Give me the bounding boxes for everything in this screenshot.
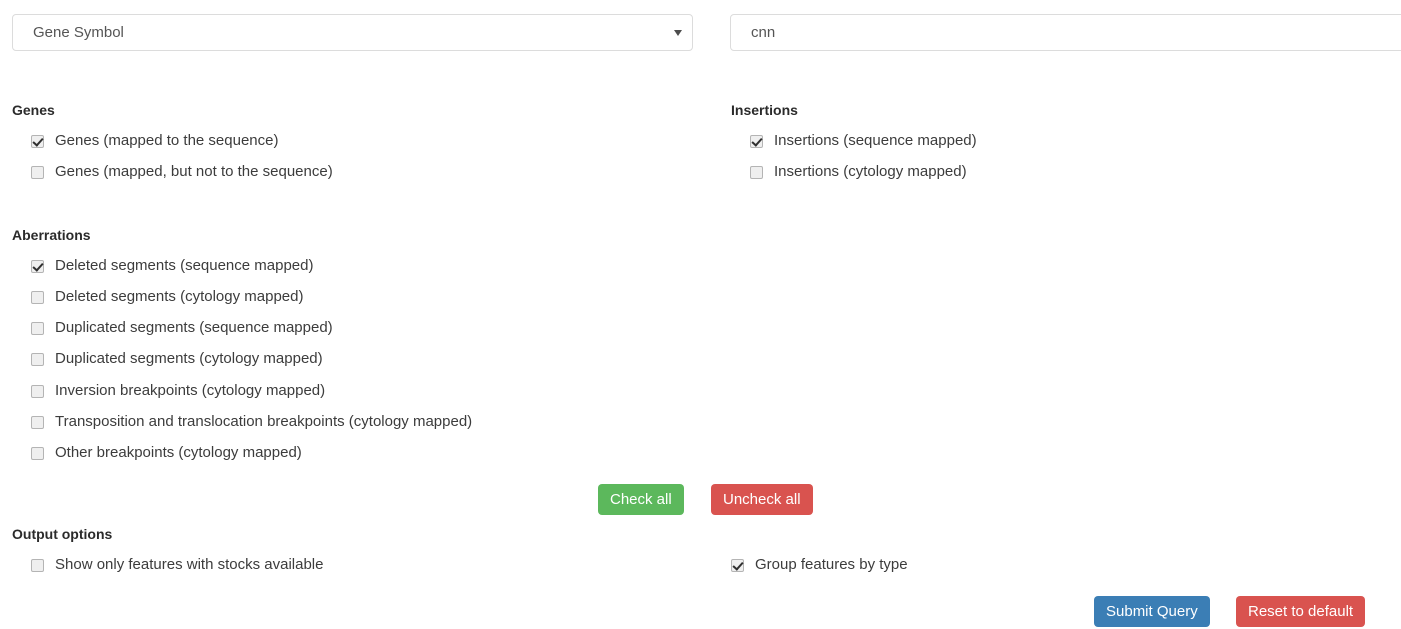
checkbox-deleted-segments-cytology[interactable] (31, 290, 44, 304)
checkbox-row-genes-mapped-sequence[interactable]: Genes (mapped to the sequence) (31, 132, 278, 150)
field-select[interactable]: Gene Symbol (12, 14, 693, 51)
checkbox-row-duplicated-segments-sequence[interactable]: Duplicated segments (sequence mapped) (31, 319, 333, 337)
checkbox-group-features-by-type[interactable] (731, 558, 744, 572)
checkbox-label: Duplicated segments (sequence mapped) (55, 319, 333, 336)
checkbox-duplicated-segments-cytology[interactable] (31, 352, 44, 366)
checkbox-label: Group features by type (755, 556, 908, 573)
checkbox-row-show-only-stocks-available[interactable]: Show only features with stocks available (31, 556, 323, 574)
checkbox-genes-mapped-sequence[interactable] (31, 134, 44, 148)
checkbox-row-insertions-sequence-mapped[interactable]: Insertions (sequence mapped) (750, 132, 977, 150)
checkbox-duplicated-segments-sequence[interactable] (31, 321, 44, 335)
checkbox-row-genes-mapped-not-sequence[interactable]: Genes (mapped, but not to the sequence) (31, 163, 333, 181)
checkbox-genes-mapped-not-sequence[interactable] (31, 165, 44, 179)
field-select-wrapper[interactable]: Gene Symbol (12, 14, 693, 51)
checkbox-row-insertions-cytology-mapped[interactable]: Insertions (cytology mapped) (750, 163, 967, 181)
checkbox-label: Genes (mapped, but not to the sequence) (55, 163, 333, 180)
checkbox-insertions-sequence-mapped[interactable] (750, 134, 763, 148)
check-all-button[interactable]: Check all (598, 484, 684, 515)
checkbox-label: Show only features with stocks available (55, 556, 324, 573)
checkbox-label: Genes (mapped to the sequence) (55, 132, 279, 149)
checkbox-row-deleted-segments-cytology[interactable]: Deleted segments (cytology mapped) (31, 288, 303, 306)
checkbox-label: Transposition and translocation breakpoi… (55, 413, 473, 430)
reset-to-default-button[interactable]: Reset to default (1236, 596, 1366, 627)
checkbox-row-group-features-by-type[interactable]: Group features by type (731, 556, 908, 574)
section-title-genes: Genes (12, 102, 55, 118)
checkbox-deleted-segments-sequence[interactable] (31, 259, 44, 273)
query-bar: Gene Symbol (0, 0, 1401, 62)
checkbox-label: Other breakpoints (cytology mapped) (55, 444, 302, 461)
checkbox-insertions-cytology-mapped[interactable] (750, 165, 763, 179)
checkbox-other-breakpoints-cytology[interactable] (31, 446, 44, 460)
section-title-insertions: Insertions (731, 102, 798, 118)
checkbox-label: Insertions (sequence mapped) (774, 132, 977, 149)
checkbox-show-only-stocks-available[interactable] (31, 558, 44, 572)
checkbox-label: Deleted segments (sequence mapped) (55, 257, 314, 274)
checkbox-label: Insertions (cytology mapped) (774, 163, 967, 180)
checkbox-row-inversion-breakpoints-cytology[interactable]: Inversion breakpoints (cytology mapped) (31, 382, 325, 400)
section-title-aberrations: Aberrations (12, 227, 91, 243)
search-input[interactable] (730, 14, 1401, 51)
checkbox-inversion-breakpoints-cytology[interactable] (31, 384, 44, 398)
checkbox-label: Inversion breakpoints (cytology mapped) (55, 382, 326, 399)
checkbox-label: Deleted segments (cytology mapped) (55, 288, 304, 305)
submit-query-button[interactable]: Submit Query (1094, 596, 1210, 627)
section-title-output-options: Output options (12, 526, 113, 542)
checkbox-label: Duplicated segments (cytology mapped) (55, 350, 323, 367)
uncheck-all-button[interactable]: Uncheck all (711, 484, 813, 515)
checkbox-row-duplicated-segments-cytology[interactable]: Duplicated segments (cytology mapped) (31, 350, 323, 368)
checkbox-transposition-translocation-breakpoints-cytology[interactable] (31, 415, 44, 429)
checkbox-row-transposition-translocation-breakpoints-cytology[interactable]: Transposition and translocation breakpoi… (31, 413, 472, 431)
checkbox-row-other-breakpoints-cytology[interactable]: Other breakpoints (cytology mapped) (31, 444, 302, 462)
checkbox-row-deleted-segments-sequence[interactable]: Deleted segments (sequence mapped) (31, 257, 314, 275)
